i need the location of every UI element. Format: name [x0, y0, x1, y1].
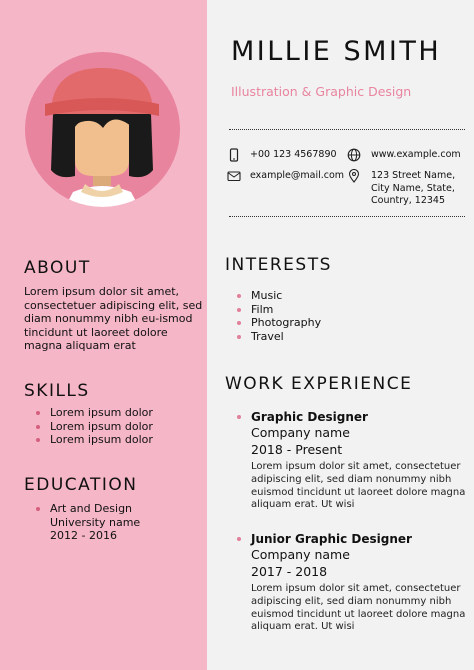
education-entry: Art and Design University name 2012 - 20… — [36, 502, 140, 543]
dotted-divider — [229, 216, 465, 217]
dotted-divider — [229, 129, 465, 130]
list-item: Music — [237, 289, 321, 303]
job-description: Lorem ipsum dolor sit amet, consectetuer… — [251, 583, 466, 633]
skills-list: Lorem ipsum dolor Lorem ipsum dolor Lore… — [36, 406, 153, 447]
education-years: 2012 - 2016 — [50, 529, 117, 542]
email-icon — [227, 171, 241, 182]
job-company: Company name — [251, 425, 350, 440]
avatar — [25, 52, 180, 207]
avatar-illustration-icon — [45, 68, 159, 207]
about-text: Lorem ipsum dolor sit amet, consectetuer… — [24, 285, 203, 352]
job-dates: 2017 - 2018 — [251, 563, 328, 579]
education-heading: EDUCATION — [24, 475, 138, 495]
education-list: Art and Design University name 2012 - 20… — [36, 502, 140, 543]
job-title: Illustration & Graphic Design — [231, 84, 412, 99]
about-heading: ABOUT — [24, 258, 91, 278]
list-item: Lorem ipsum dolor — [36, 433, 153, 447]
list-item: Film — [237, 303, 321, 317]
list-item: Travel — [237, 330, 321, 344]
job-entry: Graphic Designer Company name 2018 - Pre… — [237, 409, 472, 512]
education-degree: Art and Design — [50, 502, 133, 515]
phone-number: +00 123 4567890 — [250, 149, 337, 160]
main-column: MILLIE SMITH Illustration & Graphic Desi… — [207, 0, 474, 670]
work-experience-heading: WORK EXPERIENCE — [225, 374, 413, 394]
left-sidebar: ABOUT Lorem ipsum dolor sit amet, consec… — [0, 0, 207, 670]
person-name: MILLIE SMITH — [231, 36, 442, 67]
job-role: Junior Graphic Designer — [237, 531, 472, 547]
job-entry: Junior Graphic Designer Company name 201… — [237, 531, 472, 634]
phone-icon — [229, 148, 239, 162]
globe-icon — [347, 148, 361, 162]
skills-heading: SKILLS — [24, 381, 90, 401]
job-role: Graphic Designer — [237, 409, 472, 425]
address: 123 Street Name, City Name, State, Count… — [371, 170, 456, 206]
website: www.example.com — [371, 149, 461, 160]
list-item: Lorem ipsum dolor — [36, 406, 153, 420]
location-pin-icon — [348, 169, 360, 183]
interests-list: Music Film Photography Travel — [237, 289, 321, 343]
job-company: Company name — [251, 547, 350, 562]
list-item: Lorem ipsum dolor — [36, 420, 153, 434]
list-item: Photography — [237, 316, 321, 330]
job-dates: 2018 - Present — [251, 441, 343, 457]
interests-heading: INTERESTS — [225, 255, 332, 275]
resume-page: ABOUT Lorem ipsum dolor sit amet, consec… — [0, 0, 474, 670]
job-description: Lorem ipsum dolor sit amet, consectetuer… — [251, 461, 466, 511]
email-address: example@mail.com — [250, 170, 345, 181]
education-school: University name — [50, 515, 141, 529]
